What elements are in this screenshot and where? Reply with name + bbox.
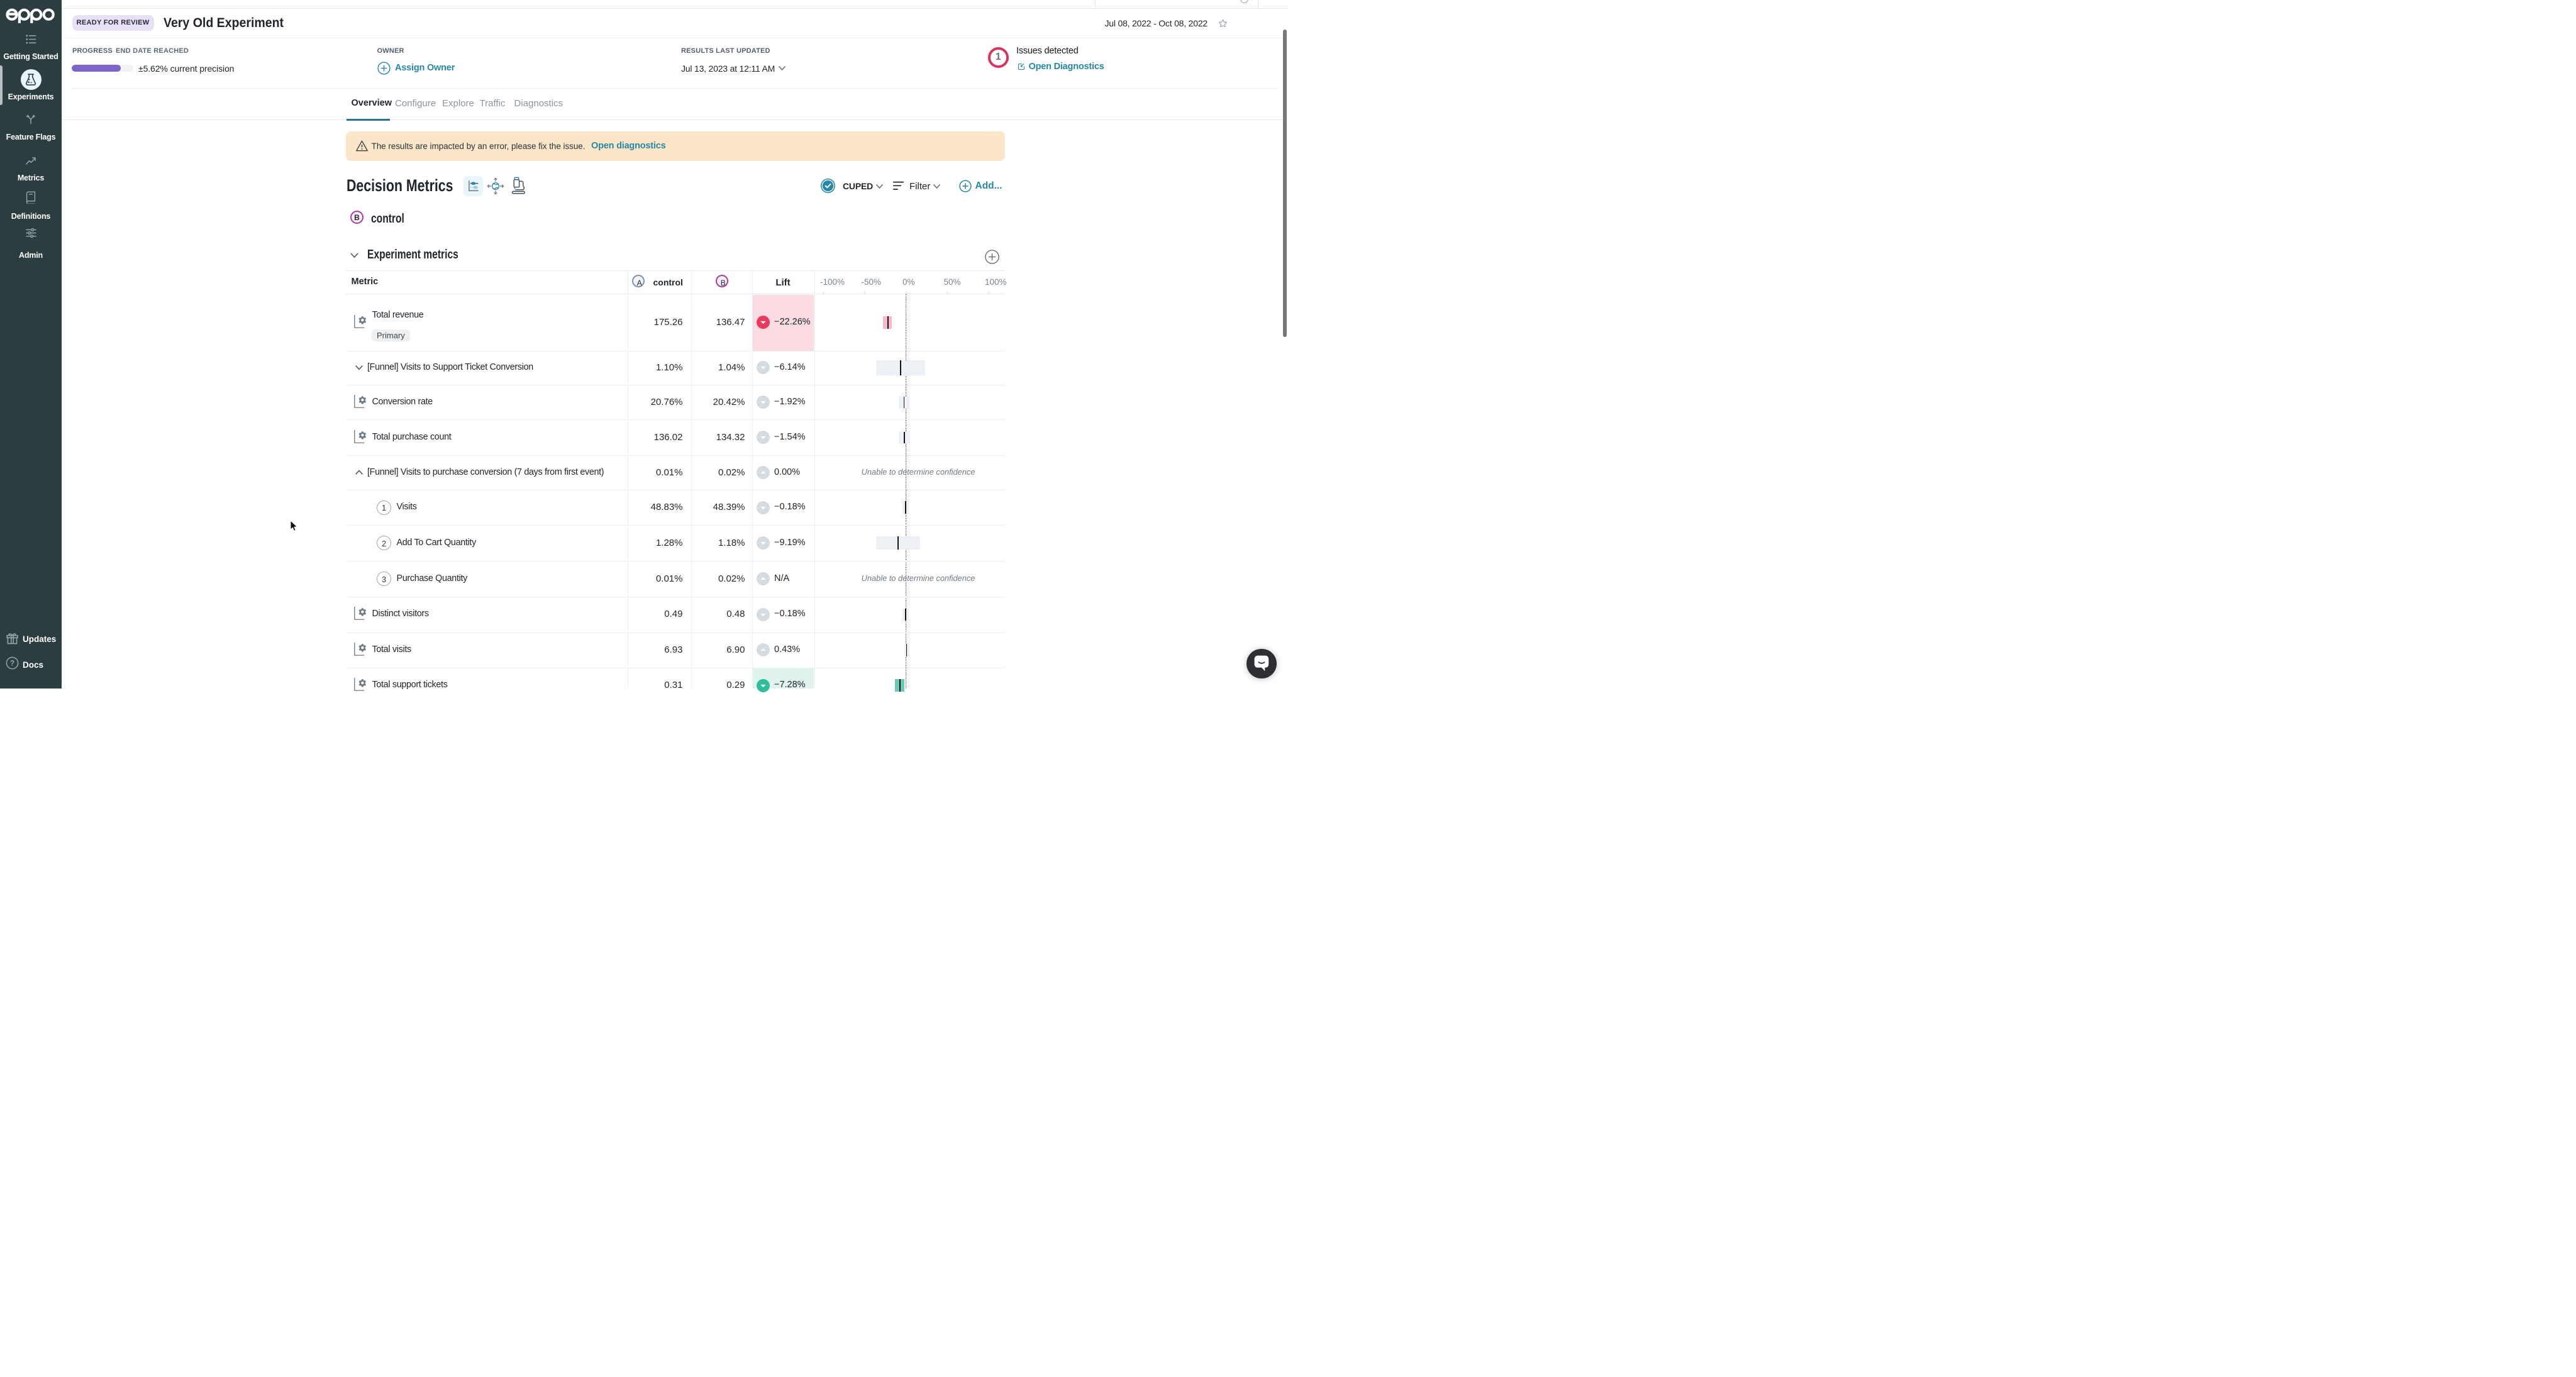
svg-text:?: ?: [10, 659, 14, 668]
